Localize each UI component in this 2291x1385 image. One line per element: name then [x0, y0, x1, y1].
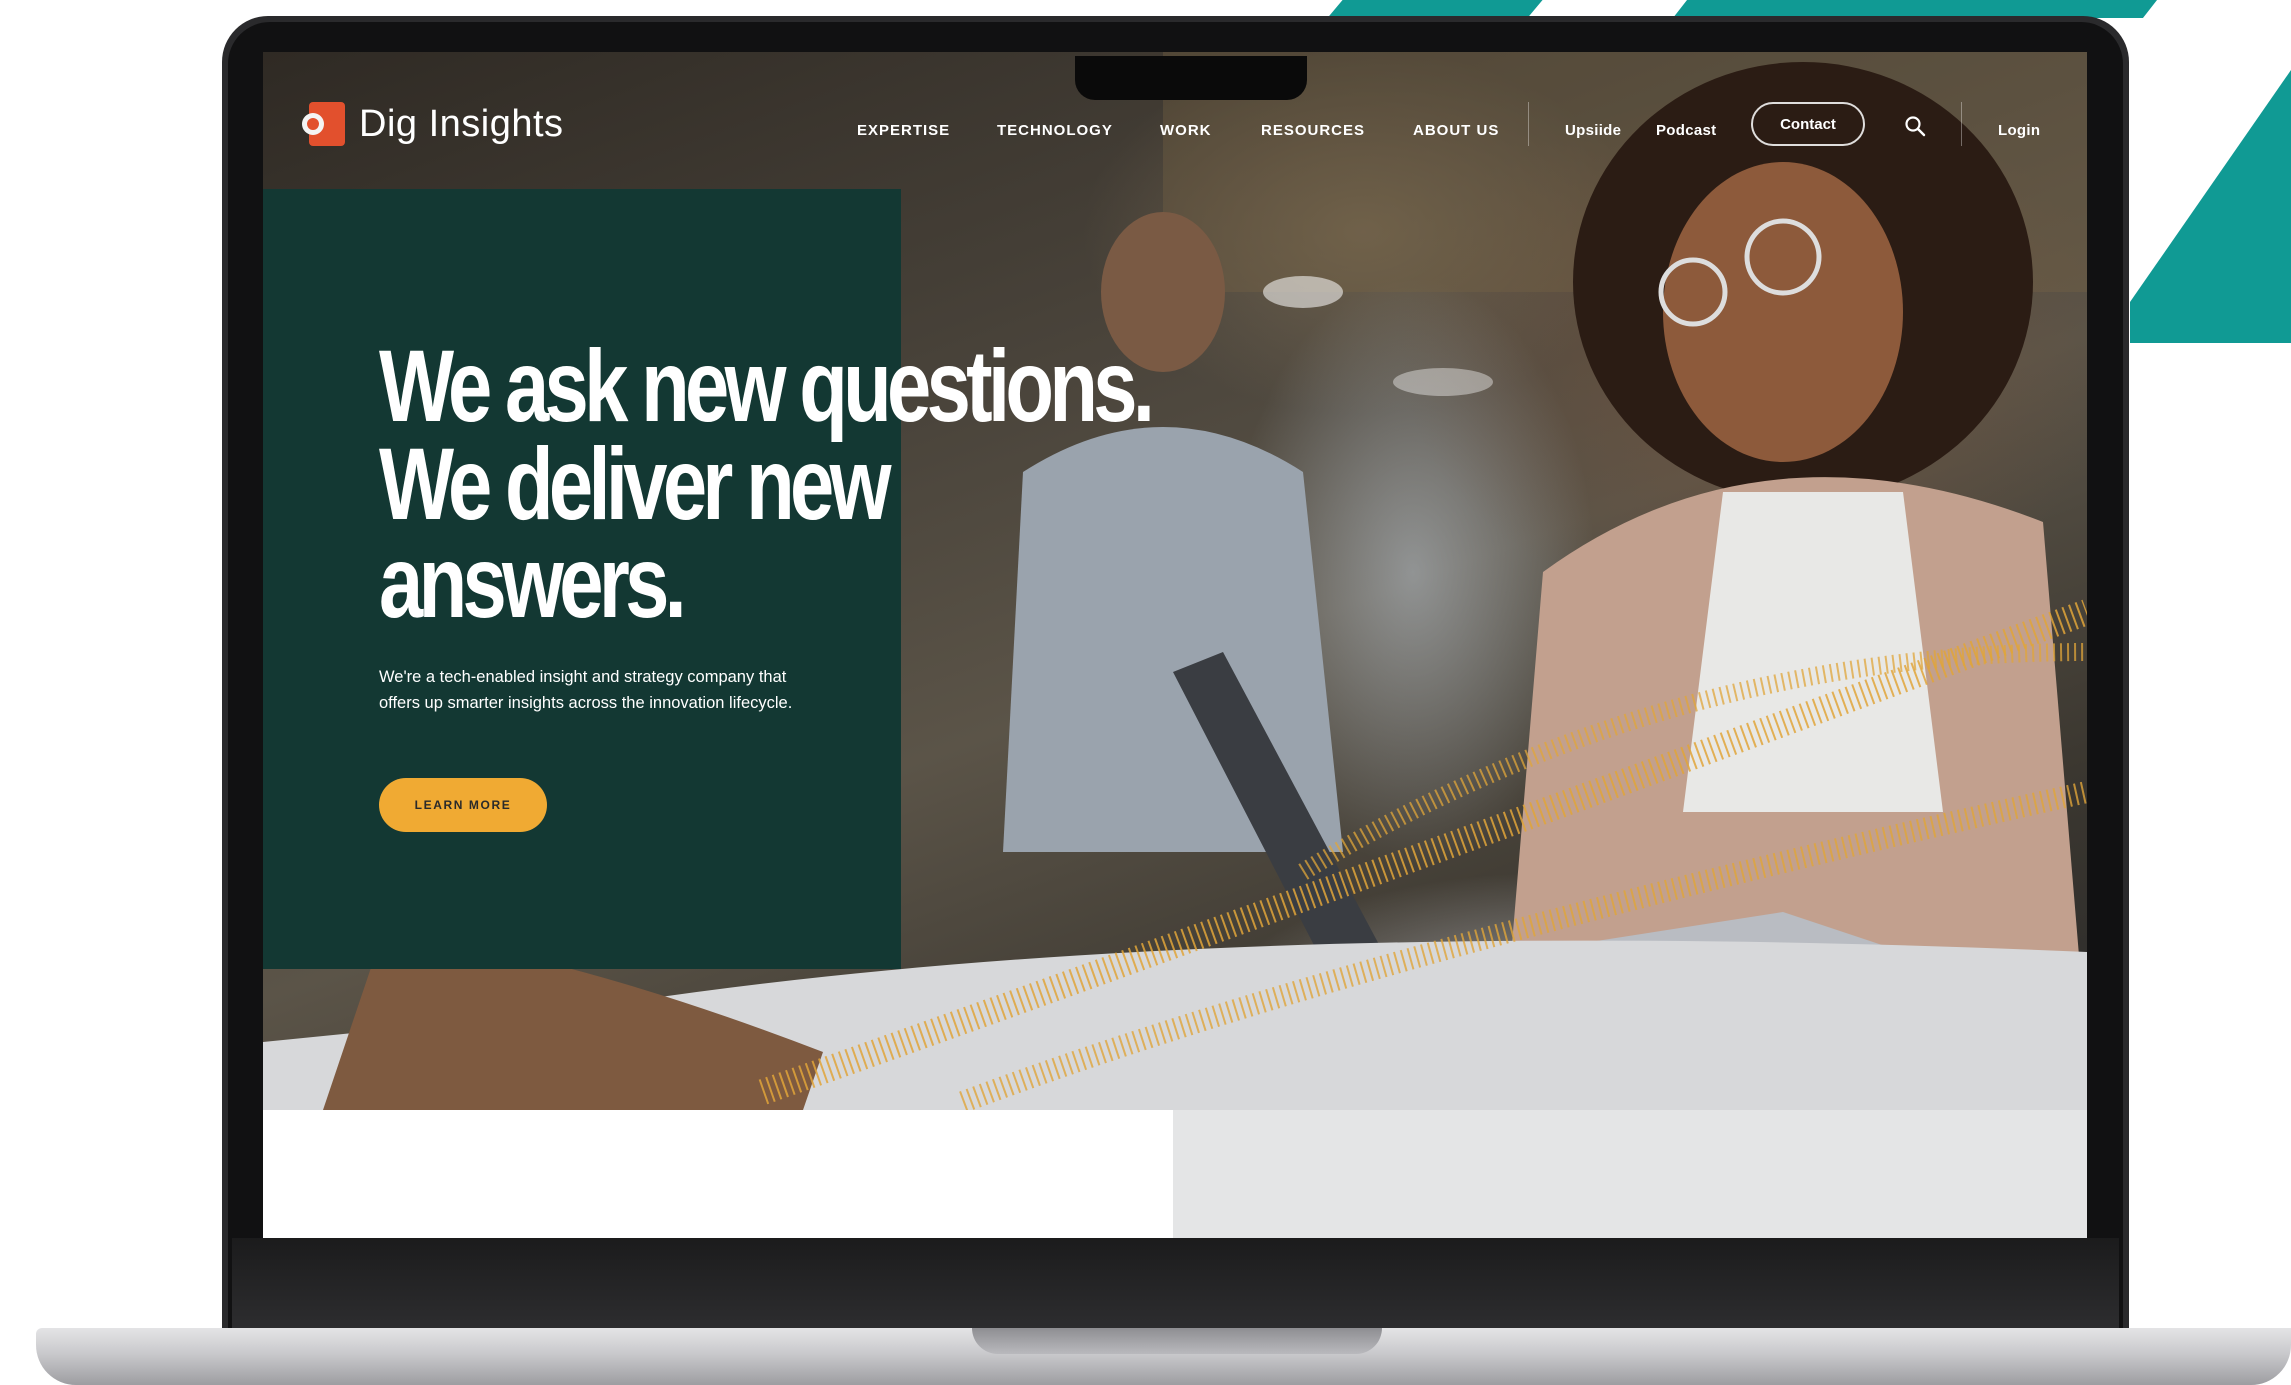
laptop-screen: Dig Insights EXPERTISE TECHNOLOGY WORK R…: [263, 52, 2087, 1238]
decorative-teal-shape: [2130, 70, 2291, 343]
nav-divider: [1961, 102, 1962, 146]
logo-wordmark: Dig Insights: [359, 102, 564, 145]
content-strip-left: [263, 1110, 1173, 1238]
contact-button[interactable]: Contact: [1751, 102, 1865, 146]
hero-headline-line: We deliver new: [379, 427, 892, 541]
content-strip-right: [1173, 1110, 2087, 1238]
hero-headline: We ask new questions. We deliver new ans…: [379, 329, 1155, 639]
nav-item-podcast[interactable]: Podcast: [1656, 122, 1716, 139]
nav-divider: [1528, 102, 1529, 146]
hero-headline-line: We ask new questions.: [379, 329, 1155, 443]
learn-more-button[interactable]: LEARN MORE: [379, 778, 547, 832]
nav-item-upsiide[interactable]: Upsiide: [1565, 122, 1621, 139]
hero-headline-line: answers.: [379, 525, 687, 639]
nav-item-resources[interactable]: RESOURCES: [1261, 122, 1365, 139]
nav-item-work[interactable]: WORK: [1160, 122, 1212, 139]
hero-description: We're a tech-enabled insight and strateg…: [379, 668, 793, 712]
nav-item-technology[interactable]: TECHNOLOGY: [997, 122, 1113, 139]
camera-notch: [1075, 56, 1307, 100]
login-link[interactable]: Login: [1998, 122, 2040, 139]
laptop-hinge-notch: [972, 1328, 1382, 1354]
nav-item-about-us[interactable]: ABOUT US: [1413, 122, 1499, 139]
nav-item-expertise[interactable]: EXPERTISE: [857, 122, 950, 139]
logo-mark-icon: [299, 100, 347, 148]
site-logo[interactable]: Dig Insights: [299, 100, 564, 148]
search-icon[interactable]: [1903, 114, 1927, 138]
laptop-bezel: [232, 1238, 2119, 1328]
